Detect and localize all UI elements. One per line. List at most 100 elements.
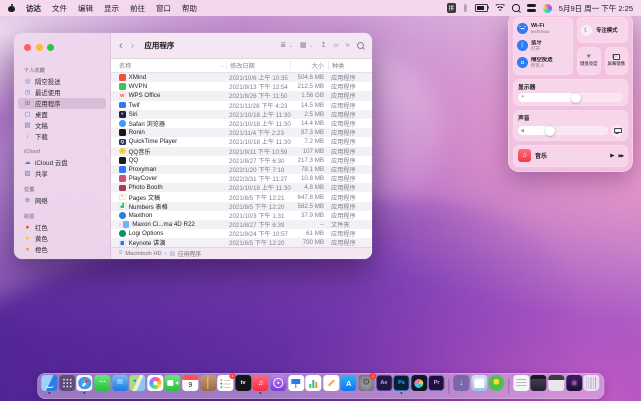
sidebar-item-tag[interactable]: ●红色 [18, 222, 106, 233]
group-view-icon[interactable]: ▦ [300, 42, 307, 49]
dock-item-appletv[interactable]: tv [235, 375, 251, 391]
tag-icon[interactable]: ▱ [333, 42, 338, 49]
table-row[interactable]: Twif2021/11/28 下午 4:2314.5 MB应用程序 [111, 101, 372, 110]
dock-item-window-stack[interactable] [471, 375, 487, 391]
airplay-audio-button[interactable] [611, 125, 623, 137]
dock-item-safari[interactable] [77, 375, 93, 391]
play-icon[interactable]: ▶ [610, 153, 614, 159]
search-icon[interactable] [357, 42, 365, 50]
table-row[interactable]: QQuickTime Player2021/10/18 上午 11:307.2 … [111, 137, 372, 146]
share-icon[interactable]: ↥ [320, 42, 326, 49]
screen-mirroring-button[interactable]: 屏幕镜像 [605, 47, 629, 75]
search-icon[interactable] [512, 4, 520, 12]
dock-item-trash[interactable] [583, 375, 599, 391]
sidebar-item-tag[interactable]: ●橙色 [18, 244, 106, 255]
dock-item-facetime[interactable] [165, 375, 181, 391]
volume-slider[interactable] [518, 126, 608, 135]
table-row[interactable]: QQ2021/8/27 下午 6:30217.3 MB应用程序 [111, 156, 372, 165]
input-source-icon[interactable]: 拼 [447, 3, 457, 13]
menu-5[interactable]: 前往 [130, 3, 145, 14]
minimize-button[interactable] [36, 44, 43, 51]
path-crumb-root[interactable]: Macintosh HD [125, 251, 161, 257]
dock-item-doc-file[interactable] [513, 375, 529, 391]
dock-item-photoshop[interactable]: Ps [393, 375, 409, 391]
more-icon[interactable]: » [346, 42, 350, 49]
zoom-button[interactable] [47, 44, 54, 51]
wifi-icon[interactable] [495, 4, 505, 12]
dock-item-photos[interactable] [147, 375, 163, 391]
airdrop-toggle[interactable]: 隔空投送所有人 [517, 57, 569, 68]
table-row[interactable]: Ronin2021/11/4 下午 2:2387.3 MB应用程序 [111, 128, 372, 137]
table-row[interactable]: Photo Booth2021/10/18 上午 11:304.8 MB应用程序 [111, 183, 372, 192]
list-view-icon[interactable]: ≣ [280, 42, 286, 49]
menu-1[interactable]: 访达 [26, 3, 41, 14]
dock-item-music[interactable] [253, 375, 269, 391]
dock-item-green-app[interactable] [488, 375, 504, 391]
dock-item-messages[interactable] [94, 375, 110, 391]
table-row[interactable]: ▆Keynote 讲演2021/8/5 下午 12:20700 MB应用程序 [111, 238, 372, 247]
volume-slider-knob[interactable] [545, 126, 555, 136]
dock-item-minimized-window-purple[interactable] [566, 375, 582, 391]
table-row[interactable]: ›Maxon Ci...ma 4D R222021/8/27 下午 6:39--… [111, 220, 372, 229]
dock-item-maps[interactable] [130, 375, 146, 391]
sidebar-item-documents[interactable]: ▤文稿 [18, 120, 106, 131]
table-row[interactable]: Maxthon2021/10/3 下午 1:3137.9 MB应用程序 [111, 211, 372, 220]
sidebar-item-desktop[interactable]: ▢桌面 [18, 109, 106, 120]
table-row[interactable]: PlayCover2022/3/31 下午 11:2710.8 MB应用程序 [111, 174, 372, 183]
table-row[interactable]: XMind2021/10/6 上午 10:35504.6 MB应用程序 [111, 73, 372, 82]
sidebar-item-applications[interactable]: ⊞应用程序 [18, 98, 106, 109]
sidebar-item-network[interactable]: ⊕网络 [18, 195, 106, 206]
column-header-kind[interactable]: 种类 [328, 61, 372, 70]
sidebar-item-shared[interactable]: ▧共享 [18, 168, 106, 179]
dock-item-premiere[interactable]: Pr [429, 375, 445, 391]
disclosure-icon[interactable]: › [119, 222, 121, 228]
dock-item-minimized-window-light[interactable] [548, 375, 564, 391]
view-chevron-icon[interactable]: ⌄ [289, 43, 293, 49]
keyboard-brightness-button[interactable]: ☀ 键盘亮度 [577, 47, 601, 75]
table-row[interactable]: WWPS Office2021/8/26 下午 11:501.56 GB应用程序 [111, 91, 372, 100]
sidebar-item-downloads[interactable]: ↓下载 [18, 131, 106, 142]
close-button[interactable] [24, 44, 31, 51]
table-row[interactable]: ✎Pages 文稿2021/8/5 下午 12:21647.8 MB应用程序 [111, 192, 372, 201]
dock-item-davinci-resolve[interactable] [411, 375, 427, 391]
sidebar-item-recents[interactable]: ◷最近使用 [18, 87, 106, 98]
dock-item-podcasts[interactable] [270, 375, 286, 391]
siri-icon[interactable] [543, 4, 552, 13]
dock-item-numbers[interactable] [306, 375, 322, 391]
back-button[interactable]: ‹ [119, 41, 123, 51]
column-header-size[interactable]: 大小 [290, 61, 328, 70]
table-row[interactable]: WVPN2021/9/13 下午 12:54212.5 MB应用程序 [111, 82, 372, 91]
dock-item-settings[interactable]: 1 [358, 375, 374, 391]
dock-item-keynote[interactable] [288, 375, 304, 391]
table-row[interactable]: Safari 浏览器2021/10/18 上午 11:3014.4 MB应用程序 [111, 119, 372, 128]
menu-bar-clock[interactable]: 5月9日 周一 下午 2:25 [559, 3, 633, 14]
table-row[interactable]: Logi Options2021/9/24 下午 10:5761 MB应用程序 [111, 229, 372, 238]
display-brightness-slider[interactable]: ☀ [518, 93, 623, 102]
display-slider-knob[interactable] [571, 93, 581, 103]
table-row[interactable]: ♪QQ音乐2021/9/11 下午 10:59107 MB应用程序 [111, 147, 372, 156]
focus-mode-toggle[interactable]: ☾ 专注模式 [577, 17, 628, 43]
sidebar-item-tag[interactable]: ●黄色 [18, 233, 106, 244]
dock-item-contacts[interactable] [200, 375, 216, 391]
battery-icon[interactable] [475, 4, 488, 12]
dock-item-launchpad[interactable] [59, 375, 75, 391]
fast-forward-icon[interactable]: ▶▶ [618, 153, 623, 159]
column-header-date[interactable]: 修改日期 [226, 61, 290, 70]
bluetooth-icon[interactable]: ᛒ [463, 4, 468, 12]
wifi-toggle[interactable]: Wi-Fitechmiao [517, 23, 569, 34]
dock-item-mail[interactable] [112, 375, 128, 391]
menu-2[interactable]: 文件 [52, 3, 67, 14]
menu-6[interactable]: 窗口 [156, 3, 171, 14]
dock-item-reminders[interactable]: 1 [218, 375, 234, 391]
apple-menu-icon[interactable] [8, 4, 15, 12]
control-center-icon[interactable] [527, 4, 536, 12]
dock-item-downloads-folder[interactable] [453, 375, 469, 391]
dock-item-appstore[interactable]: A [341, 375, 357, 391]
dock-item-after-effects[interactable]: Ae [376, 375, 392, 391]
table-row[interactable]: ▟Numbers 表格2021/8/5 下午 12:20582.5 MB应用程序 [111, 202, 372, 211]
path-crumb-current[interactable]: 应用程序 [178, 249, 201, 258]
menu-3[interactable]: 编辑 [78, 3, 93, 14]
sidebar-item-airdrop[interactable]: ◎隔空投送 [18, 76, 106, 87]
bluetooth-toggle[interactable]: ᛒ 蓝牙打开 [517, 40, 569, 51]
group-chevron-icon[interactable]: ⌄ [310, 43, 314, 49]
